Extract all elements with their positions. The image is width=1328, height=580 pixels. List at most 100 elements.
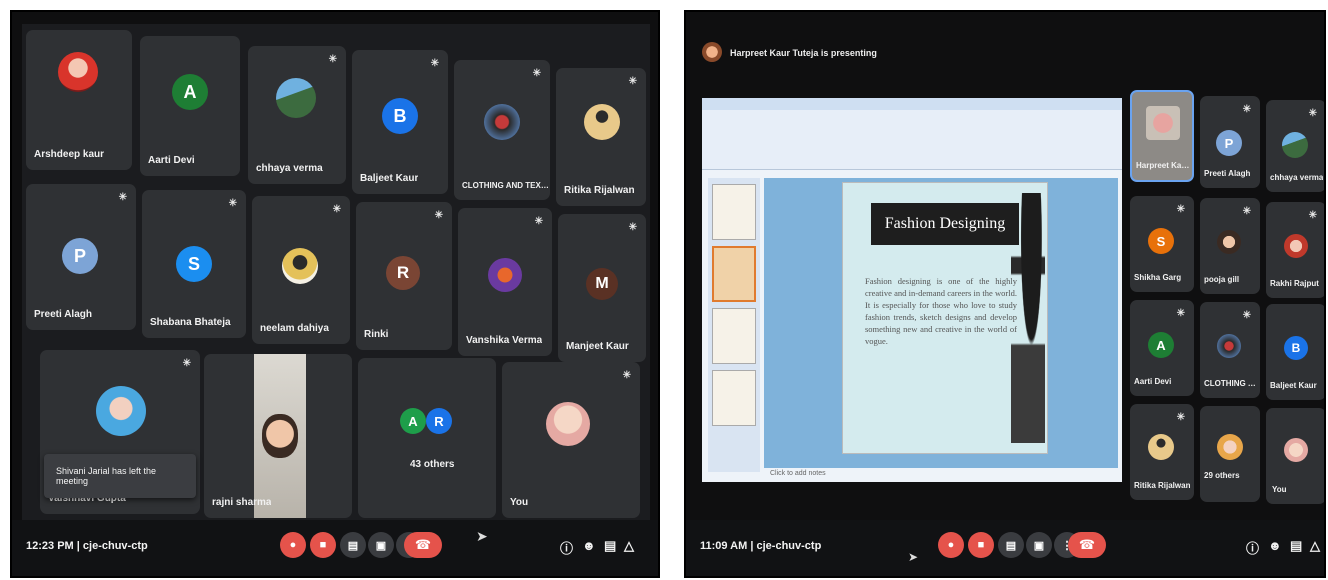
participant-tile[interactable]: ✳ M Manjeet Kaur [558,214,646,362]
meeting-info: 12:23 PM | cje-chuv-ctp [26,540,148,552]
left-meeting-screenshot: Arshdeep kaur A Aarti Devi ✳ chhaya verm… [10,10,660,578]
chat-icon[interactable]: ▤ [1290,538,1302,554]
avatar: P [62,238,98,274]
participant-tile[interactable]: ✳ CLOTHING AN... [1200,302,1260,398]
participant-tile[interactable]: You [1266,408,1324,504]
avatar [484,104,520,140]
participant-tile[interactable]: rajni sharma [204,354,352,518]
mic-muted-icon: ✳ [228,198,237,209]
participant-tile[interactable]: ✳ You [502,362,640,518]
participant-tile[interactable]: ✳ Ritika Rijalwan [556,68,646,206]
participant-tile[interactable]: ✳ R Rinki [356,202,452,350]
participant-tile[interactable]: ✳ Rakhi Rajput [1266,202,1324,298]
activities-icon[interactable]: △ [624,538,634,554]
participant-tile[interactable]: ✳ chhaya verma [248,46,346,184]
mic-muted-icon: ✳ [332,204,341,215]
meeting-toolbar: 12:23 PM | cje-chuv-ctp ● ■ ▤ ▣ ⋮ ☎ ➤ ⓘ … [12,520,658,576]
leave-call-button[interactable]: ☎ [404,532,442,558]
mic-muted-icon: ✳ [328,54,337,65]
camera-toggle-button[interactable]: ■ [310,532,336,558]
participant-tile[interactable]: A Aarti Devi [140,36,240,176]
meta-separator: | [76,540,80,552]
participant-name: chhaya verma [1270,173,1324,182]
present-button[interactable]: ▣ [1026,532,1052,558]
participant-name: Manjeet Kaur [566,341,629,352]
presentation-window: Fashion Designing Fashion designing is o… [702,98,1122,482]
info-icon[interactable]: ⓘ [1246,538,1259,557]
avatar [1282,132,1308,158]
slide-thumbnail[interactable] [712,184,756,240]
meeting-time: 12:23 PM [26,540,74,552]
avatar: B [1284,336,1308,360]
avatar [276,78,316,118]
participant-tile[interactable]: ✳ A Aarti Devi [1130,300,1194,396]
participant-tile[interactable]: ✳ pooja gill [1200,198,1260,294]
avatar [1217,434,1243,460]
mic-toggle-button[interactable]: ● [938,532,964,558]
mic-muted-icon: ✳ [1176,308,1185,319]
meeting-code: cje-chuv-ctp [82,540,148,552]
slide-thumbnail[interactable] [712,370,756,426]
participant-name: Rakhi Rajput [1270,279,1319,288]
participant-tile[interactable]: ✳ CLOTHING AND TEXTILES [454,60,550,200]
people-icon[interactable]: ☻ [582,538,596,553]
ppt-ribbon [702,110,1122,170]
participant-tile[interactable]: ✳ S Shabana Bhateja [142,190,246,338]
captions-button[interactable]: ▤ [340,532,366,558]
avatar-initial: M [595,275,609,292]
participant-tile[interactable]: ✳ S Shikha Garg [1130,196,1194,292]
activities-icon[interactable]: △ [1310,538,1320,554]
phone-hangup-icon: ☎ [1078,537,1096,552]
participant-name: Shikha Garg [1134,273,1182,282]
mouse-cursor-icon: ➤ [476,528,488,544]
participant-tile[interactable]: ✳ Ritika Rijalwan [1130,404,1194,500]
avatar [262,414,298,458]
participant-tile[interactable]: ✳ chhaya verma [1266,100,1324,192]
participant-name: pooja gill [1204,275,1240,284]
participant-name: 43 others [410,459,455,470]
camera-off-icon: ■ [319,539,327,551]
slide-thumbnail[interactable] [712,308,756,364]
info-icon[interactable]: ⓘ [560,538,573,557]
participant-tile[interactable]: B Baljeet Kaur [1266,304,1324,400]
fashion-illustration [1011,193,1045,443]
participant-tile[interactable]: 29 others [1200,406,1260,502]
present-icon: ▣ [375,539,387,552]
avatar [1148,434,1174,460]
avatar [546,402,590,446]
avatar [1146,106,1180,140]
camera-toggle-button[interactable]: ■ [968,532,994,558]
participant-tile[interactable]: ✳ P Preeti Alagh [26,184,136,330]
participant-tile[interactable]: ✳ Vanshika Verma [458,208,552,356]
participant-name: Harpreet Kaur... [1136,161,1192,170]
avatar: S [176,246,212,282]
slide-thumbnail[interactable] [712,246,756,302]
mic-muted-icon: ✳ [430,58,439,69]
participant-tile[interactable]: Arshdeep kaur [26,30,132,170]
meta-separator: | [750,540,754,552]
participant-tile[interactable]: A R 43 others [358,358,496,518]
participant-tile[interactable]: ✳ neelam dahiya [252,196,350,344]
participant-name: Aarti Devi [148,155,195,166]
captions-button[interactable]: ▤ [998,532,1024,558]
notes-pane[interactable]: Click to add notes [770,470,826,477]
presenter-tile[interactable]: Harpreet Kaur... [1130,90,1194,182]
participant-name: Baljeet Kaur [1270,381,1317,390]
presenting-label: Harpreet Kaur Tuteja is presenting [730,48,877,58]
participant-grid: Arshdeep kaur A Aarti Devi ✳ chhaya verm… [22,24,650,524]
participant-name: Aarti Devi [1134,377,1172,386]
avatar [1217,334,1241,358]
leave-call-button[interactable]: ☎ [1068,532,1106,558]
avatar: R [426,408,452,434]
avatar-initial: R [434,413,444,429]
chat-icon[interactable]: ▤ [604,538,616,554]
participant-tile[interactable]: ✳ P Preeti Alagh [1200,96,1260,188]
people-icon[interactable]: ☻ [1268,538,1282,553]
present-button[interactable]: ▣ [368,532,394,558]
avatar [96,386,146,436]
participant-tile[interactable]: ✳ B Baljeet Kaur [352,50,448,194]
participant-name: rajni sharma [212,497,272,508]
mic-muted-icon: ✳ [1242,310,1251,321]
participant-name: Shabana Bhateja [150,317,231,328]
mic-toggle-button[interactable]: ● [280,532,306,558]
